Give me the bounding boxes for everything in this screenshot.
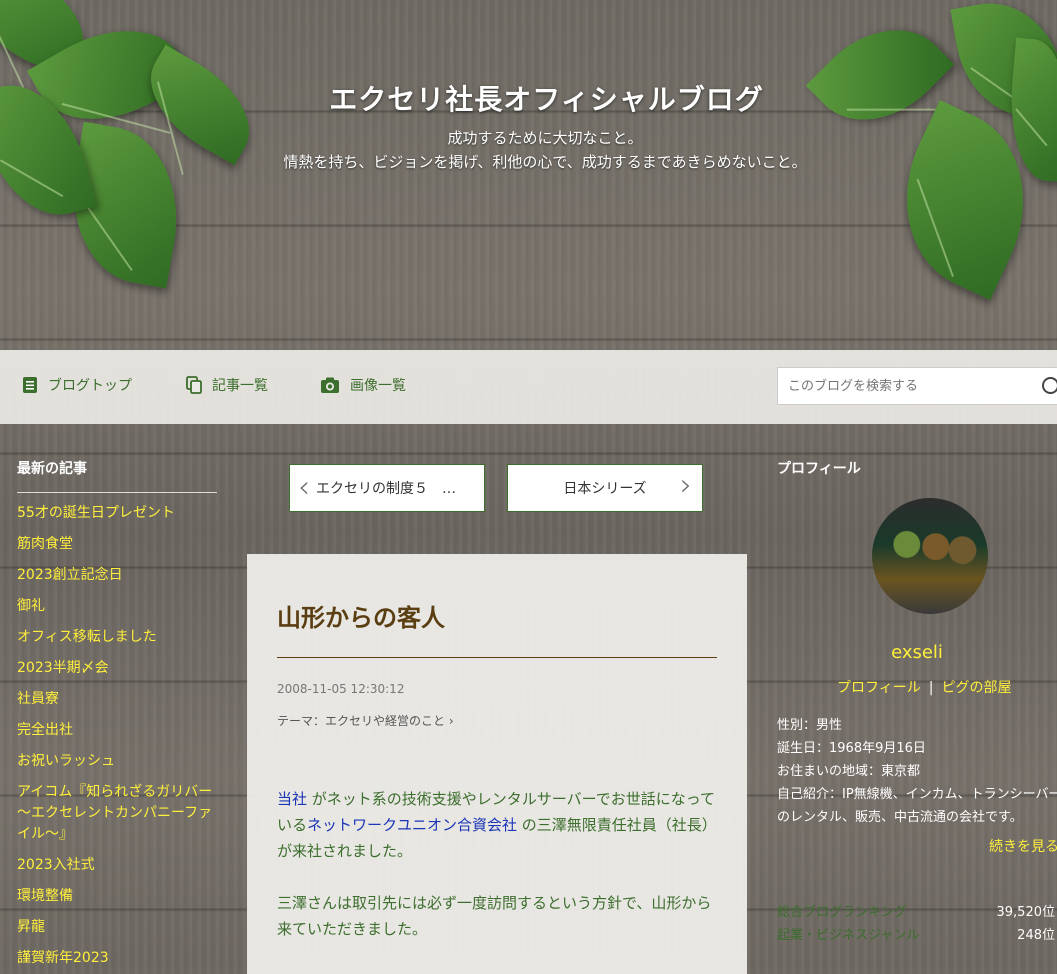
profile-link[interactable]: プロフィール [837,680,921,696]
profile-birthday: 誕生日：1968年9月16日 [777,741,926,756]
latest-article-link[interactable]: 2023創立記念日 [17,565,217,586]
chevron-right-icon: › [448,714,454,728]
ranking-genre-value: 248位 [1017,928,1055,943]
latest-article-link[interactable]: 55才の誕生日プレゼント [17,503,217,524]
profile-intro: 自己紹介：IP無線機、インカム、トランシーバーのレンタル、販売、中古流通の会社で… [777,787,1057,825]
nav-bar: ブログトップ 記事一覧 画像一覧 [0,350,1057,424]
read-more-link[interactable]: 続きを見る [989,836,1057,856]
latest-article-link[interactable]: 筋肉食堂 [17,534,217,555]
ranking-overall-value: 39,520位 [996,905,1056,920]
ranking-genre-link[interactable]: 起業・ビジネスジャンル [777,928,919,943]
latest-article-link[interactable]: 完全出社 [17,720,217,741]
avatar[interactable] [872,498,988,614]
latest-article-link[interactable]: 謹賀新年2023 [17,948,217,969]
article-theme-label: テーマ：エクセリや経営のこと [277,714,446,728]
next-article-label: 日本シリーズ [563,481,647,497]
latest-articles-heading: 最新の記事 [17,458,217,493]
copy-icon [186,376,202,394]
latest-article-link[interactable]: 昇龍 [17,917,217,938]
latest-article-link[interactable]: 御礼 [17,596,217,617]
profile-location: お住まいの地域：東京都 [777,764,921,779]
profile-heading: プロフィール [777,461,861,477]
company-link[interactable]: 当社 [277,790,307,808]
latest-article-link[interactable]: 2023入社式 [17,855,217,876]
blog-header: エクセリ社長オフィシャルブログ 成功するために大切なこと。 情熱を持ち、ビジョン… [0,0,1057,350]
nav-article-list-label: 記事一覧 [212,378,268,394]
article-card: 山形からの客人 2008-11-05 12:30:12 テーマ：エクセリや経営の… [247,554,747,974]
latest-article-link[interactable]: 社員寮 [17,689,217,710]
chevron-right-icon: › [680,468,692,503]
latest-article-link[interactable]: 2023半期〆会 [17,658,217,679]
nav-image-list[interactable]: 画像一覧 [320,375,406,395]
ranking-genre: 起業・ビジネスジャンル 248位 [777,924,1055,943]
nav-blog-top-label: ブログトップ [48,378,132,394]
profile-info: 性別：男性 誕生日：1968年9月16日 お住まいの地域：東京都 自己紹介：IP… [777,714,1057,829]
network-union-link[interactable]: ネットワークユニオン合資会社 [307,816,517,834]
profile-links: プロフィール | ピグの部屋 [837,677,1011,697]
latest-articles-sidebar: 最新の記事 55才の誕生日プレゼント 筋肉食堂 2023創立記念日 御礼 オフィ… [17,458,217,969]
latest-article-link[interactable]: 環境整備 [17,886,217,907]
article-body: 当社 がネット系の技術支援やレンタルサーバーでお世話になっているネットワークユニ… [277,786,717,942]
chevron-left-icon: ‹ [298,470,310,505]
nav-article-list[interactable]: 記事一覧 [186,375,268,395]
article-theme-link[interactable]: テーマ：エクセリや経営のこと › [277,712,454,729]
ranking-overall: 総合ブログランキング 39,520位 [777,901,1055,920]
document-icon [23,377,37,393]
next-article-button[interactable]: 日本シリーズ › [507,464,703,512]
search-icon[interactable] [1042,377,1057,394]
article-title[interactable]: 山形からの客人 [277,598,445,633]
prev-article-button[interactable]: ‹ エクセリの制度５ … [289,464,485,512]
ranking-overall-link[interactable]: 総合ブログランキング [777,905,907,920]
nav-image-list-label: 画像一覧 [350,378,406,394]
article-paragraph: 三澤さんは取引先には必ず一度訪問するという方針で、山形から来ていただきました。 [277,894,712,938]
prev-article-label: エクセリの制度５ … [316,481,456,497]
blog-description-line: 成功するために大切なこと。 [447,129,643,147]
blog-description-line: 情熱を持ち、ビジョンを掲げ、利他の心で、成功するまであきらめないこと。 [283,153,807,171]
profile-sidebar: プロフィール exseli プロフィール | ピグの部屋 性別：男性 誕生日：196… [777,458,1057,969]
camera-icon [321,377,339,393]
latest-articles-list: 55才の誕生日プレゼント 筋肉食堂 2023創立記念日 御礼 オフィス移転しまし… [17,503,217,969]
profile-username[interactable]: exseli [777,642,1057,663]
title-divider [277,657,717,658]
article-date: 2008-11-05 12:30:12 [277,682,405,696]
search-box [777,367,1057,405]
blog-description: 成功するために大切なこと。 情熱を持ち、ビジョンを掲げ、利他の心で、成功するまで… [280,126,810,174]
pig-room-link[interactable]: ピグの部屋 [941,680,1011,696]
link-separator: | [928,680,934,696]
latest-article-link[interactable]: アイコム『知られざるガリバー～エクセレントカンパニーファイル～』 [17,782,217,845]
blog-title[interactable]: エクセリ社長オフィシャルブログ [0,78,1057,118]
latest-article-link[interactable]: オフィス移転しました [17,627,217,648]
article-paragraph: 当社 がネット系の技術支援やレンタルサーバーでお世話になっているネットワークユニ… [277,786,717,864]
nav-blog-top[interactable]: ブログトップ [22,375,132,395]
search-input[interactable] [778,368,1028,404]
profile-gender: 性別：男性 [777,718,843,733]
latest-article-link[interactable]: お祝いラッシュ [17,751,217,772]
